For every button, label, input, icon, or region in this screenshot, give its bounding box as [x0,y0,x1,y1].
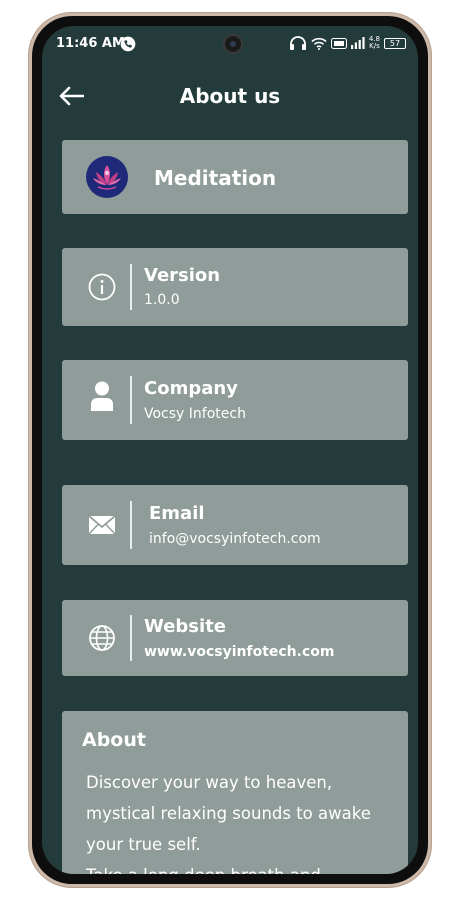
network-speed-unit: K/s [369,42,380,50]
company-value: Vocsy Infotech [144,406,246,422]
battery-level: 57 [389,38,401,48]
card-divider [130,501,132,549]
version-label: Version [144,265,221,286]
network-speed: 4.8 K/s [369,36,380,50]
about-card: About Discover your way to heaven, mysti… [62,711,408,874]
mail-icon [86,509,118,541]
company-card: Company Vocsy Infotech [62,360,408,440]
volte-icon [330,37,347,49]
card-divider [130,615,132,661]
version-value: 1.0.0 [144,292,180,308]
headphones-icon [289,36,306,50]
website-value[interactable]: www.vocsyinfotech.com [144,644,334,660]
about-description: Discover your way to heaven, mystical re… [86,773,371,874]
app-logo [86,156,128,198]
status-icons: 4.8 K/s 57 [289,36,406,50]
signal-icon [350,37,365,49]
status-time: 11:46 AM [56,36,125,51]
front-camera [223,34,243,54]
app-info-card: Meditation [62,140,408,214]
app-screen: 11:46 AM 4.8 K/s 57 About us Meditation … [42,26,418,874]
email-label: Email [149,503,205,524]
wifi-icon [311,37,327,50]
info-icon [86,271,118,303]
card-divider [130,264,132,310]
lotus-icon [87,157,127,197]
phone-frame: 11:46 AM 4.8 K/s 57 About us Meditation … [28,12,432,888]
status-bar: 11:46 AM 4.8 K/s 57 [42,26,418,66]
app-name: Meditation [154,166,277,190]
website-card[interactable]: Website www.vocsyinfotech.com [62,600,408,676]
app-bar: About us [42,71,418,121]
phone-call-icon [120,36,136,52]
about-title: About [82,729,146,751]
page-title: About us [179,84,281,108]
website-label: Website [144,616,227,637]
phone-bezel: 11:46 AM 4.8 K/s 57 About us Meditation … [32,16,428,884]
card-divider [130,376,132,424]
person-icon [86,380,118,412]
email-value[interactable]: info@vocsyinfotech.com [149,531,321,547]
company-label: Company [144,378,238,399]
version-card: Version 1.0.0 [62,248,408,326]
battery-icon: 57 [384,37,406,49]
globe-icon [86,622,118,654]
email-card[interactable]: Email info@vocsyinfotech.com [62,485,408,565]
